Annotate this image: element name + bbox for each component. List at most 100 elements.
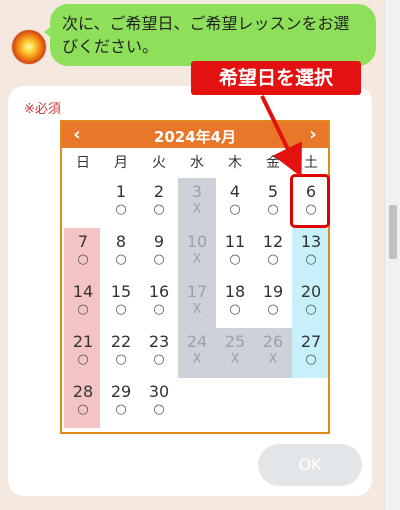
day-number: 29: [110, 382, 132, 401]
day-number: 13: [300, 232, 322, 251]
weekday-header: 水: [190, 155, 204, 171]
calendar-day[interactable]: 16 ○: [140, 278, 178, 328]
day-number: 11: [224, 232, 246, 251]
day-number: 3: [191, 182, 203, 201]
day-number: 1: [115, 182, 127, 201]
calendar-day[interactable]: 4 ○: [216, 178, 254, 228]
calendar-day[interactable]: 8 ○: [102, 228, 140, 278]
availability-mark: X: [230, 352, 240, 367]
calendar-day[interactable]: 1 ○: [102, 178, 140, 228]
availability-mark: ○: [77, 252, 89, 267]
chevron-right-icon: ›: [309, 124, 317, 145]
weekday-header: 火: [152, 155, 166, 171]
day-number: 5: [267, 182, 279, 201]
calendar-day[interactable]: 30 ○: [140, 378, 178, 428]
calendar-day[interactable]: 13 ○: [292, 228, 330, 278]
weekday-header: 金: [266, 155, 280, 171]
day-number: 24: [186, 332, 208, 351]
availability-mark: X: [268, 352, 278, 367]
calendar-day[interactable]: 9 ○: [140, 228, 178, 278]
day-number: 27: [300, 332, 322, 351]
availability-mark: ○: [305, 252, 317, 267]
calendar-day: 3X: [178, 178, 216, 228]
calendar-day: 17 X: [178, 278, 216, 328]
availability-mark: ○: [267, 302, 279, 317]
calendar-day[interactable]: 21 ○: [64, 328, 102, 378]
availability-mark: ○: [115, 402, 127, 417]
availability-mark: ○: [153, 302, 165, 317]
availability-mark: X: [192, 302, 202, 317]
availability-mark: X: [192, 252, 202, 267]
availability-mark: ○: [153, 352, 165, 367]
calendar-day[interactable]: 2 ○: [140, 178, 178, 228]
calendar-day[interactable]: 19 ○: [254, 278, 292, 328]
calendar-day[interactable]: 5 ○: [254, 178, 292, 228]
weekday-header: 日: [76, 155, 90, 171]
calendar-day: 25 X: [216, 328, 254, 378]
day-number: 30: [148, 382, 170, 401]
availability-mark: ○: [115, 252, 127, 267]
availability-mark: ○: [153, 252, 165, 267]
availability-mark: ○: [115, 352, 127, 367]
day-number: 23: [148, 332, 170, 351]
availability-mark: ○: [77, 352, 89, 367]
page-scrollbar[interactable]: [384, 0, 400, 510]
required-label: ※必須: [24, 102, 61, 117]
calendar-month-title: 2024年4月: [153, 128, 237, 146]
scrollbar-thumb[interactable]: [389, 205, 397, 259]
day-number: 12: [262, 232, 284, 251]
calendar-day[interactable]: 11 ○: [216, 228, 254, 278]
calendar-day: 26 X: [254, 328, 292, 378]
availability-mark: ○: [305, 302, 317, 317]
calendar-day: 10 X: [178, 228, 216, 278]
calendar: ‹ 2024年4月 › 日月火水木金土 1 ○ 2 ○ 3 X 4 ○ 5 ○ 6 ○ 7 ○ 8 ○ 9 ○ 10 X…: [60, 120, 330, 434]
weekday-header: 木: [228, 155, 242, 171]
day-number: 2: [153, 182, 165, 201]
day-number: 7: [77, 232, 89, 251]
ok-button[interactable]: OK: [258, 444, 362, 486]
day-number: 28: [72, 382, 94, 401]
bot-avatar: [12, 30, 46, 64]
day-number: 21: [72, 332, 94, 351]
availability-mark: ○: [305, 352, 317, 367]
calendar-day[interactable]: 7 ○: [64, 228, 102, 278]
calendar-day[interactable]: 15 ○: [102, 278, 140, 328]
weekday-header: 土: [304, 155, 318, 171]
calendar-day[interactable]: 12 ○: [254, 228, 292, 278]
availability-mark: X: [192, 202, 202, 217]
calendar-day[interactable]: 14 ○: [64, 278, 102, 328]
availability-mark: ○: [229, 202, 241, 217]
availability-mark: ○: [153, 202, 165, 217]
calendar-day[interactable]: 27 ○: [292, 328, 330, 378]
day-number: 20: [300, 282, 322, 301]
calendar-day[interactable]: 18 ○: [216, 278, 254, 328]
annotation-label: 希望日を選択: [191, 61, 361, 95]
availability-mark: ○: [267, 202, 279, 217]
availability-mark: X: [192, 352, 202, 367]
day-number: 18: [224, 282, 246, 301]
availability-mark: ○: [115, 302, 127, 317]
day-number: 4: [229, 182, 241, 201]
day-number: 15: [110, 282, 132, 301]
day-number: 25: [224, 332, 246, 351]
calendar-day[interactable]: 28 ○: [64, 378, 102, 428]
calendar-header: ‹ 2024年4月 ›: [62, 122, 328, 148]
selected-day-highlight: [290, 174, 330, 228]
day-number: 16: [148, 282, 170, 301]
calendar-day[interactable]: 20 ○: [292, 278, 330, 328]
chat-message-text: 次に、ご希望日、ご希望レッスンをお選びください。: [62, 14, 350, 56]
date-picker-card: ※必須 ‹ 2024年4月 › 日月火水木金土 1 ○ 2 ○ 3 X 4 ○ 5 ○ 6 ○ 7 ○ 8 ○ 9…: [8, 86, 372, 496]
calendar-day[interactable]: 22 ○: [102, 328, 140, 378]
day-number: 22: [110, 332, 132, 351]
calendar-day[interactable]: 23 ○: [140, 328, 178, 378]
availability-mark: ○: [267, 252, 279, 267]
availability-mark: ○: [229, 252, 241, 267]
availability-mark: ○: [77, 302, 89, 317]
availability-mark: ○: [153, 402, 165, 417]
next-month-button[interactable]: ›: [300, 123, 326, 147]
day-number: 19: [262, 282, 284, 301]
calendar-day[interactable]: 29 ○: [102, 378, 140, 428]
chat-message-bubble: 次に、ご希望日、ご希望レッスンをお選びください。: [44, 4, 376, 66]
weekday-header: 月: [114, 155, 128, 171]
day-number: 17: [186, 282, 208, 301]
